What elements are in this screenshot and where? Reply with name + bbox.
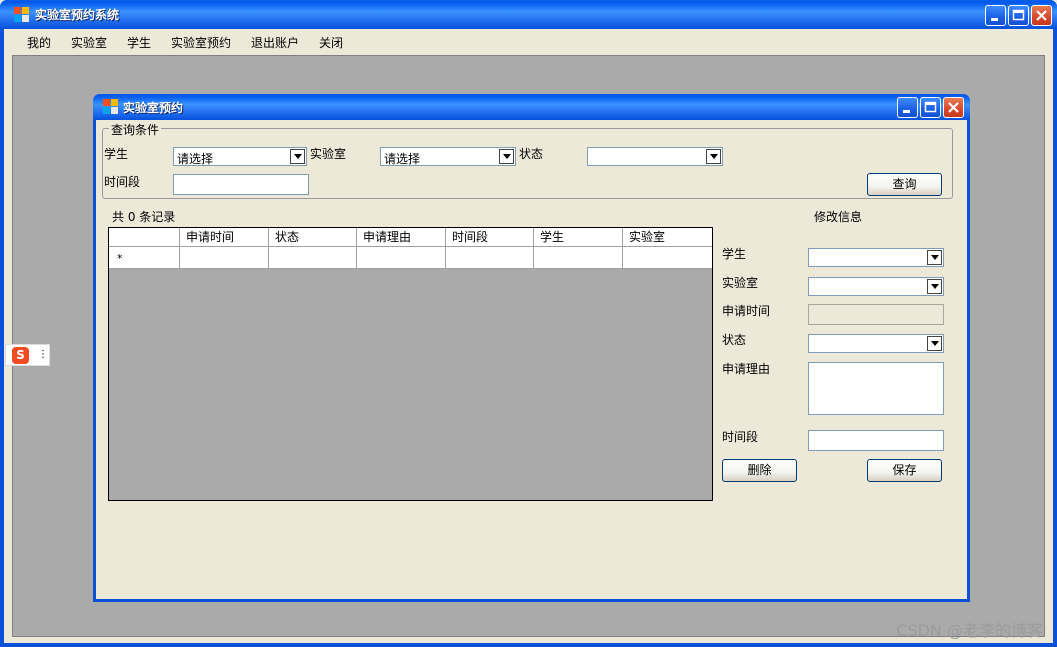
column-header-student[interactable]: 学生 (534, 228, 623, 247)
dropdown-arrow-icon[interactable] (499, 149, 514, 164)
table-cell[interactable] (446, 247, 534, 269)
close-button[interactable] (1031, 5, 1052, 26)
main-window: 实验室预约系统 我的 实验室 学生 实验室预约 退出账户 关闭 实验室预约 查询… (0, 0, 1057, 647)
menu-item-close[interactable]: 关闭 (319, 34, 343, 51)
menu-item-lab-booking[interactable]: 实验室预约 (171, 34, 231, 51)
row-header[interactable]: * (109, 247, 180, 269)
main-title-bar[interactable]: 实验室预约系统 (0, 0, 1057, 29)
child-minimize-button[interactable] (897, 97, 918, 118)
maximize-button[interactable] (1008, 5, 1029, 26)
column-header-status[interactable]: 状态 (269, 228, 357, 247)
edit-apply-time-input (808, 304, 944, 325)
table-cell[interactable] (357, 247, 446, 269)
dropdown-arrow-icon[interactable] (290, 149, 305, 164)
query-period-label: 时间段 (104, 175, 141, 189)
close-icon (1036, 10, 1047, 21)
edit-apply-time-label: 申请时间 (722, 304, 771, 318)
query-button[interactable]: 查询 (867, 173, 942, 196)
maximize-icon (1012, 9, 1025, 21)
ime-indicator[interactable]: S ⋮ (5, 344, 50, 366)
booking-window-controls (897, 97, 964, 118)
menu-item-student[interactable]: 学生 (127, 34, 151, 51)
child-maximize-button[interactable] (920, 97, 941, 118)
edit-section-title: 修改信息 (814, 210, 863, 224)
booking-window: 实验室预约 查询条件 学生 请选择 实验室 请选择 状态 时间段 查询 共 0 … (93, 94, 970, 602)
close-icon (948, 102, 959, 113)
main-client-area: 我的 实验室 学生 实验室预约 退出账户 关闭 实验室预约 查询条件 学生 请选… (4, 29, 1053, 643)
sogou-ime-icon: S (12, 347, 29, 364)
menu-item-lab[interactable]: 实验室 (71, 34, 107, 51)
grid-header-row: 申请时间 状态 申请理由 时间段 学生 实验室 (109, 228, 712, 247)
column-header-lab[interactable]: 实验室 (623, 228, 712, 247)
table-cell[interactable] (269, 247, 357, 269)
column-header-period[interactable]: 时间段 (446, 228, 534, 247)
query-groupbox: 查询条件 学生 请选择 实验室 请选择 状态 时间段 查询 (102, 121, 953, 199)
column-header-reason[interactable]: 申请理由 (357, 228, 446, 247)
minimize-button[interactable] (985, 5, 1006, 26)
booking-client-area: 查询条件 学生 请选择 实验室 请选择 状态 时间段 查询 共 0 条记录 修改… (96, 120, 967, 599)
app-icon (14, 7, 29, 22)
main-window-controls (985, 5, 1052, 26)
query-lab-value: 请选择 (384, 152, 421, 166)
menu-item-mine[interactable]: 我的 (27, 34, 51, 51)
query-student-label: 学生 (104, 147, 129, 161)
child-close-button[interactable] (943, 97, 964, 118)
save-button[interactable]: 保存 (867, 459, 942, 482)
edit-status-label: 状态 (722, 333, 747, 347)
watermark: CSDN @老李的博客 (896, 621, 1043, 640)
mdi-workspace: 实验室预约 查询条件 学生 请选择 实验室 请选择 状态 时间段 查询 共 0 … (12, 55, 1045, 637)
dropdown-arrow-icon[interactable] (927, 250, 942, 265)
edit-period-label: 时间段 (722, 430, 759, 444)
edit-lab-select[interactable] (808, 277, 944, 296)
query-student-select[interactable]: 请选择 (173, 147, 307, 166)
new-row-marker: * (117, 252, 123, 265)
minimize-icon (903, 110, 910, 113)
ime-menu-icon[interactable]: ⋮ (38, 350, 48, 360)
table-row[interactable]: * (109, 247, 712, 269)
table-cell[interactable] (623, 247, 712, 269)
menu-bar: 我的 实验室 学生 实验室预约 退出账户 关闭 (4, 29, 1053, 53)
query-status-select[interactable] (587, 147, 723, 166)
edit-reason-textarea[interactable] (808, 362, 944, 415)
window-icon (103, 99, 118, 114)
maximize-icon (924, 101, 937, 113)
query-legend: 查询条件 (109, 121, 162, 138)
delete-button[interactable]: 删除 (722, 459, 797, 482)
query-lab-select[interactable]: 请选择 (380, 147, 516, 166)
query-status-label: 状态 (519, 147, 544, 161)
edit-lab-label: 实验室 (722, 276, 759, 290)
dropdown-arrow-icon[interactable] (927, 279, 942, 294)
table-cell[interactable] (534, 247, 623, 269)
booking-data-grid[interactable]: 申请时间 状态 申请理由 时间段 学生 实验室 * (108, 227, 713, 501)
edit-student-select[interactable] (808, 248, 944, 267)
dropdown-arrow-icon[interactable] (927, 336, 942, 351)
column-header-apply-time[interactable]: 申请时间 (180, 228, 269, 247)
edit-period-input[interactable] (808, 430, 944, 451)
query-student-value: 请选择 (177, 152, 214, 166)
table-cell[interactable] (180, 247, 269, 269)
edit-status-select[interactable] (808, 334, 944, 353)
booking-title-bar[interactable]: 实验室预约 (93, 94, 970, 120)
edit-reason-label: 申请理由 (722, 362, 771, 376)
menu-item-logout[interactable]: 退出账户 (251, 34, 299, 51)
booking-window-title: 实验室预约 (123, 101, 184, 115)
dropdown-arrow-icon[interactable] (706, 149, 721, 164)
main-window-title: 实验室预约系统 (35, 8, 120, 22)
query-period-input[interactable] (173, 174, 309, 195)
minimize-icon (991, 18, 998, 21)
record-count: 共 0 条记录 (112, 210, 176, 224)
grid-row-header-corner (109, 228, 180, 247)
edit-student-label: 学生 (722, 247, 747, 261)
query-lab-label: 实验室 (310, 147, 347, 161)
